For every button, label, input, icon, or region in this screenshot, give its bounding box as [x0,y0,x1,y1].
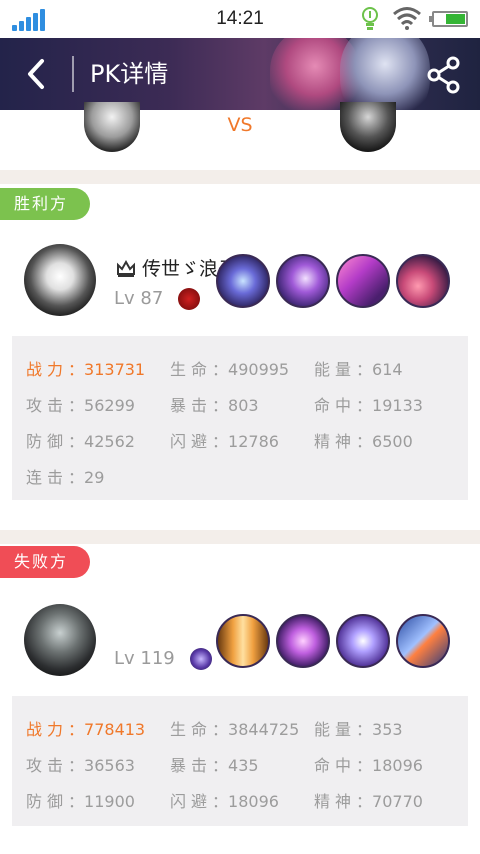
stat-item: 防御：11900 [26,792,135,811]
stat-item: 防御：42562 [26,432,135,451]
winner-class-badge [178,288,200,310]
vs-label: VS [227,114,253,136]
stat-item: 精神：6500 [314,432,413,451]
loser-skill-3[interactable] [336,614,390,668]
loser-skill-1[interactable] [216,614,270,668]
nav-bar: PK详情 [0,38,480,110]
loser-avatar[interactable] [24,604,96,676]
winner-skill-2[interactable] [276,254,330,308]
stat-item: 能量：353 [314,720,403,739]
bulb-icon [362,7,378,30]
section-gap [0,170,480,184]
stat-item: 暴击：435 [170,756,259,775]
winner-level: Lv 87 [114,288,164,309]
winner-skill-1[interactable] [216,254,270,308]
stat-item: 攻击：56299 [26,396,135,415]
stat-item: 命中：18096 [314,756,423,775]
wifi-icon [393,7,421,30]
loser-stats: 战力：778413 生命：3844725 能量：353 攻击：36563 暴击：… [12,696,468,826]
stat-item: 闪避：12786 [170,432,279,451]
stat-item: 攻击：36563 [26,756,135,775]
winner-stats: 战力：313731 生命：490995 能量：614 攻击：56299 暴击：8… [12,336,468,500]
stat-item: 生命：490995 [170,360,290,379]
section-gap [0,530,480,544]
stat-item: 生命：3844725 [170,720,300,739]
winner-avatar[interactable] [24,244,96,316]
page-title: PK详情 [90,60,169,88]
stat-item: 暴击：803 [170,396,259,415]
stat-item: 闪避：18096 [170,792,279,811]
loser-skill-2[interactable] [276,614,330,668]
loser-skill-4[interactable] [396,614,450,668]
status-bar: 14:21 [0,0,480,38]
winner-section: 胜利方 传世ゞ浪子 Lv 87 战力：313731 生命：490995 能量：6… [0,184,480,530]
stat-item: 能量：614 [314,360,403,379]
loser-avatar-small [340,102,396,152]
vs-row: VS [0,102,480,170]
stat-item: 精神：70770 [314,792,423,811]
winner-skill-3[interactable] [336,254,390,308]
stat-item: 连击：29 [26,468,105,487]
battery-icon [429,11,468,27]
nav-divider [72,56,74,92]
share-icon[interactable] [426,56,462,94]
loser-class-badge [190,648,212,670]
winner-skill-4[interactable] [396,254,450,308]
banner-art [340,38,430,110]
back-icon[interactable] [22,56,52,92]
stat-item: 命中：19133 [314,396,423,415]
stat-item: 战力：778413 [26,720,146,739]
loser-section: 失败方 Lv 119 战力：778413 生命：3844725 能量：353 攻… [0,544,480,854]
loser-tag: 失败方 [0,546,91,578]
winner-tag: 胜利方 [0,188,91,220]
stat-item: 战力：313731 [26,360,146,379]
loser-level: Lv 119 [114,648,175,669]
crown-icon [117,259,135,277]
